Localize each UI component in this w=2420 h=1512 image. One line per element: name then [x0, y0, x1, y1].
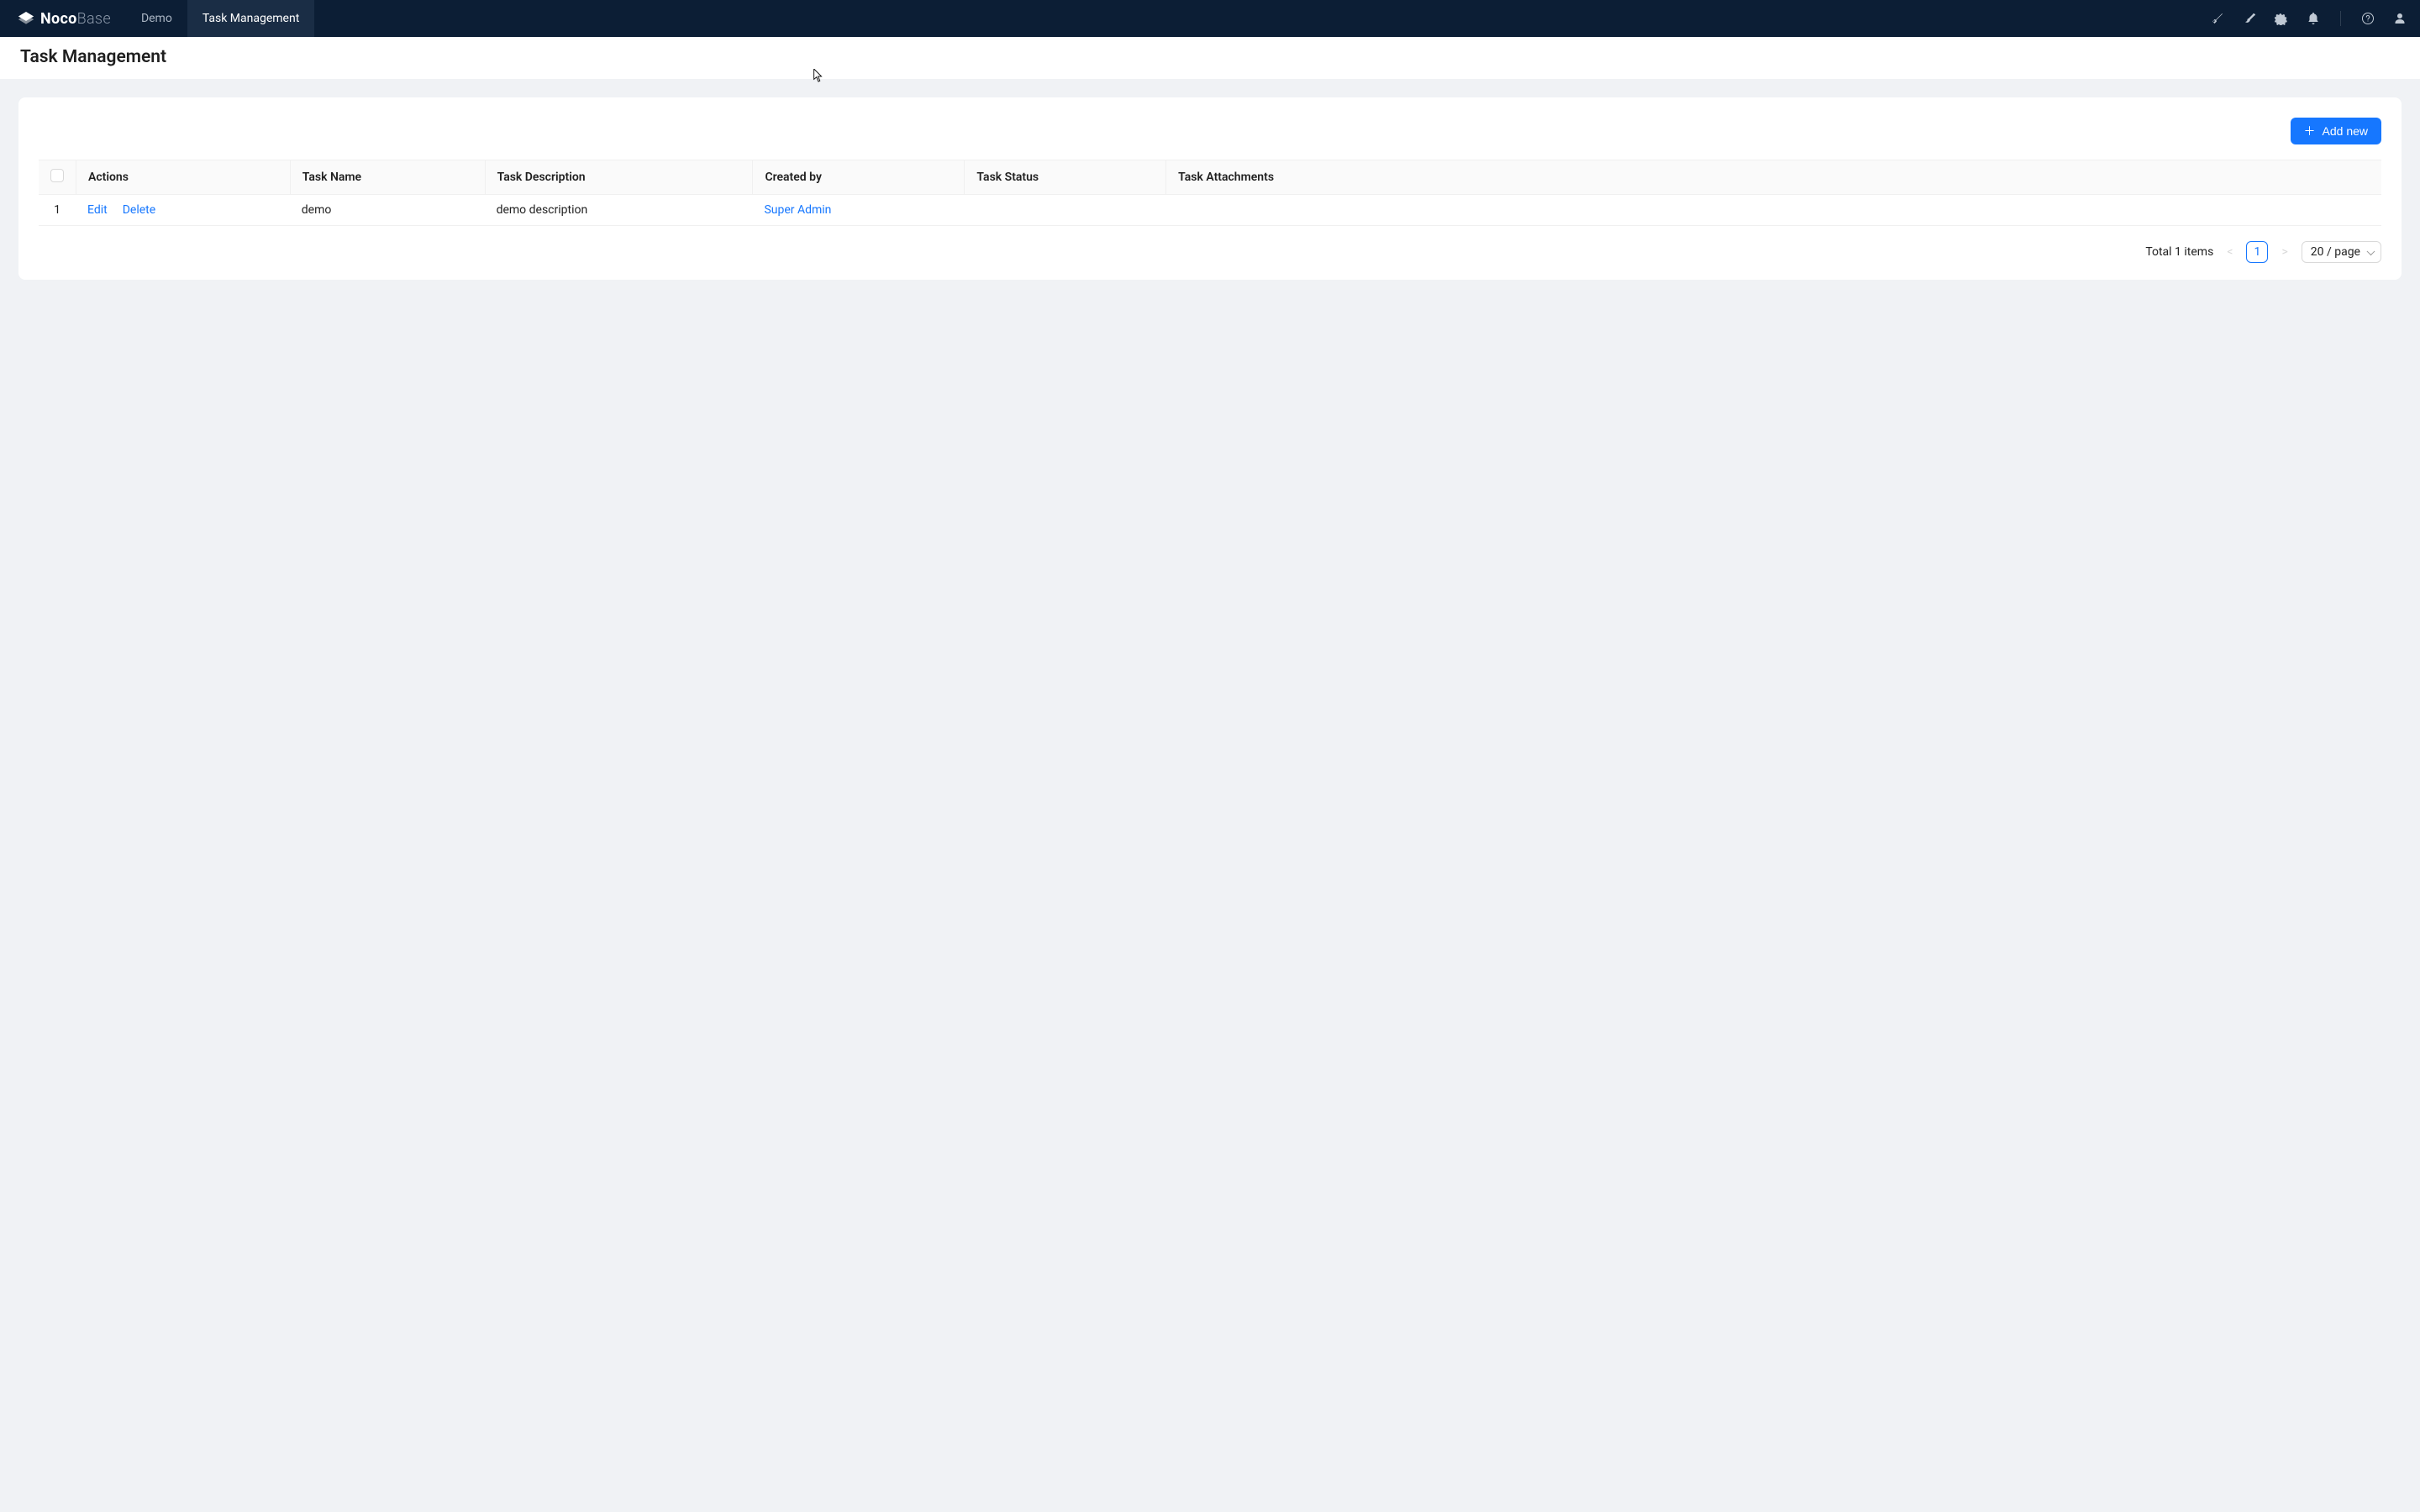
- edit-link[interactable]: Edit: [87, 203, 108, 217]
- column-task-attachments[interactable]: Task Attachments: [1165, 160, 2381, 195]
- table-row[interactable]: 1 Edit Delete demo demo description Supe…: [39, 195, 2381, 226]
- brush-icon[interactable]: [2243, 12, 2256, 25]
- header-actions: [2211, 11, 2407, 26]
- logo[interactable]: NocoBase: [17, 10, 111, 28]
- content-area: ＋ Add new Actions Task Name Task Descrip…: [0, 79, 2420, 298]
- select-all-checkbox[interactable]: [50, 169, 64, 182]
- pagination: Total 1 items < 1 > 20 / page: [39, 241, 2381, 263]
- nav-item-demo[interactable]: Demo: [126, 0, 187, 37]
- help-icon[interactable]: [2361, 12, 2375, 25]
- nav-item-task-management[interactable]: Task Management: [187, 0, 314, 37]
- pagination-total: Total 1 items: [2145, 245, 2213, 259]
- delete-link[interactable]: Delete: [123, 203, 155, 217]
- page-next[interactable]: >: [2280, 245, 2289, 259]
- select-all-header: [39, 160, 76, 195]
- logo-text: NocoBase: [40, 10, 111, 28]
- column-created-by[interactable]: Created by: [752, 160, 964, 195]
- cell-task-description: demo description: [485, 195, 753, 226]
- created-by-link[interactable]: Super Admin: [764, 203, 831, 217]
- page-1[interactable]: 1: [2246, 241, 2268, 263]
- bell-icon[interactable]: [2307, 12, 2320, 25]
- button-label: Add new: [2323, 124, 2368, 138]
- cell-task-attachments: [1165, 195, 2381, 226]
- table-card: ＋ Add new Actions Task Name Task Descrip…: [18, 97, 2402, 280]
- column-task-status[interactable]: Task Status: [964, 160, 1165, 195]
- logo-icon: [17, 12, 35, 25]
- card-toolbar: ＋ Add new: [39, 118, 2381, 144]
- table-header-row: Actions Task Name Task Description Creat…: [39, 160, 2381, 195]
- page-size-select[interactable]: 20 / page: [2302, 241, 2381, 263]
- page-prev[interactable]: <: [2225, 245, 2234, 259]
- column-task-description[interactable]: Task Description: [485, 160, 753, 195]
- top-nav: Demo Task Management: [126, 0, 314, 37]
- header-divider: [2340, 11, 2341, 26]
- nav-item-label: Task Management: [203, 12, 299, 25]
- column-task-name[interactable]: Task Name: [290, 160, 485, 195]
- tasks-table: Actions Task Name Task Description Creat…: [39, 160, 2381, 226]
- gear-icon[interactable]: [2275, 12, 2288, 25]
- highlight-icon[interactable]: [2211, 12, 2224, 25]
- column-actions[interactable]: Actions: [76, 160, 290, 195]
- cell-task-name: demo: [290, 195, 485, 226]
- app-header: NocoBase Demo Task Management: [0, 0, 2420, 37]
- row-actions-cell: Edit Delete: [76, 195, 290, 226]
- plus-icon: ＋: [2304, 125, 2316, 137]
- nav-item-label: Demo: [141, 12, 172, 25]
- cell-created-by: Super Admin: [752, 195, 964, 226]
- user-icon[interactable]: [2393, 12, 2407, 25]
- add-new-button[interactable]: ＋ Add new: [2291, 118, 2381, 144]
- page-title: Task Management: [0, 37, 2420, 79]
- cell-task-status: [964, 195, 1165, 226]
- row-index: 1: [39, 195, 76, 226]
